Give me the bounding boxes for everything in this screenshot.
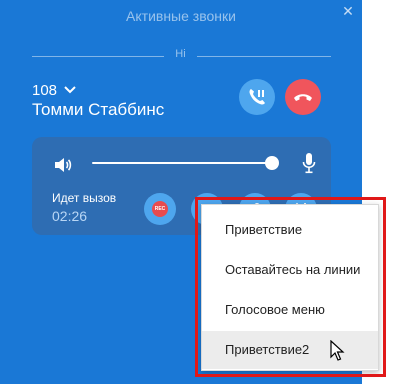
- caller-name: Томми Стаббинс: [32, 100, 165, 119]
- microphone-icon[interactable]: [301, 152, 317, 174]
- extension-selector[interactable]: 108: [32, 80, 77, 100]
- call-duration: 02:26: [52, 208, 88, 224]
- mouse-cursor-icon: [330, 340, 345, 361]
- hangup-button[interactable]: [285, 79, 321, 115]
- divider: [32, 56, 164, 57]
- phone-hangup-icon: [294, 94, 312, 101]
- hold-button[interactable]: [239, 79, 275, 115]
- highlight-frame: [195, 197, 386, 377]
- volume-slider-thumb[interactable]: [265, 156, 279, 170]
- record-icon: REC: [152, 201, 168, 217]
- close-icon[interactable]: ✕: [340, 3, 356, 19]
- call-status: Идет вызов: [52, 191, 117, 205]
- extension-number: 108: [32, 81, 58, 99]
- volume-icon[interactable]: [53, 155, 73, 175]
- record-button[interactable]: REC: [144, 193, 176, 225]
- volume-slider[interactable]: [92, 162, 275, 164]
- phone-pause-icon: [249, 89, 265, 105]
- greeting-label: Hi: [175, 48, 186, 60]
- window-title: Активные звонки: [126, 8, 236, 24]
- chevron-down-icon: [64, 86, 76, 94]
- divider: [197, 56, 331, 57]
